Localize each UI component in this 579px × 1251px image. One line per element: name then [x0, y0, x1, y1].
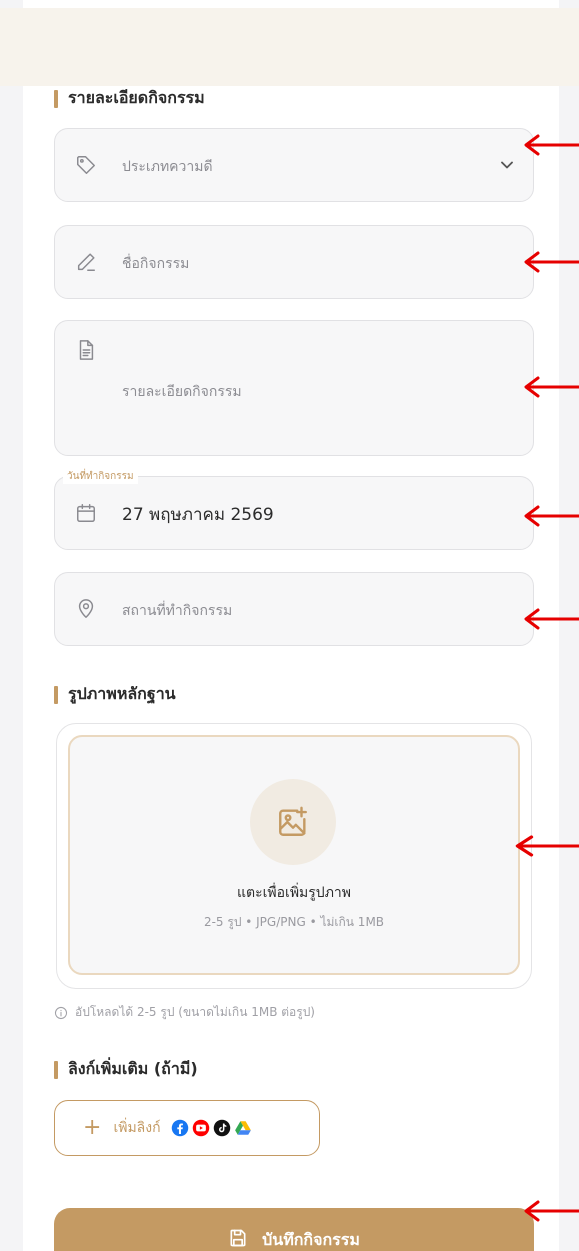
add-link-label: เพิ่มลิงก์: [113, 1120, 161, 1136]
activity-date-legend: วันที่ทำกิจกรรม: [63, 469, 138, 484]
activity-date-value: 27 พฤษภาคม 2569: [122, 505, 274, 525]
calendar-icon: [75, 502, 97, 524]
save-icon: [228, 1228, 248, 1248]
save-button-label: บันทึกกิจกรรม: [262, 1230, 360, 1249]
activity-detail-placeholder: รายละเอียดกิจกรรม: [122, 384, 242, 400]
annotation-arrow: [523, 504, 579, 528]
annotation-arrow: [523, 1199, 579, 1223]
location-field[interactable]: สถานที่ทำกิจกรรม: [54, 572, 534, 646]
location-pin-icon: [75, 598, 97, 620]
upload-note: อัปโหลดได้ 2-5 รูป (ขนาดไม่เกิน 1MB ต่อร…: [54, 1003, 315, 1022]
document-icon: [75, 339, 97, 361]
activity-date-field[interactable]: 27 พฤษภาคม 2569: [54, 476, 534, 550]
youtube-icon: [192, 1119, 210, 1137]
add-link-button[interactable]: + เพิ่มลิงก์: [54, 1100, 320, 1156]
section-title-extra-links: ลิงก์เพิ่มเติม (ถ้ามี): [54, 1057, 198, 1082]
upload-note-text: อัปโหลดได้ 2-5 รูป (ขนาดไม่เกิน 1MB ต่อร…: [75, 1005, 315, 1019]
pen-icon: [75, 251, 97, 273]
upload-subtitle: 2-5 รูป • JPG/PNG • ไม่เกิน 1MB: [203, 915, 385, 929]
section-title-text: รูปภาพหลักฐาน: [68, 684, 176, 703]
google-drive-icon: [234, 1119, 252, 1137]
annotation-arrow: [523, 133, 579, 157]
annotation-arrow: [514, 834, 579, 858]
section-title-text: รายละเอียดกิจกรรม: [68, 88, 205, 107]
annotation-arrow: [523, 375, 579, 399]
save-activity-button[interactable]: บันทึกกิจกรรม: [54, 1208, 534, 1251]
activity-detail-textarea[interactable]: รายละเอียดกิจกรรม: [54, 320, 534, 456]
category-select[interactable]: ประเภทความดี: [54, 128, 534, 202]
image-add-icon[interactable]: [250, 779, 336, 865]
plus-icon: +: [83, 1115, 102, 1140]
info-icon: [54, 1006, 68, 1020]
upload-title: แตะเพื่อเพิ่มรูปภาพ: [236, 885, 352, 901]
chevron-down-icon[interactable]: [497, 155, 517, 175]
section-title-activity-details: รายละเอียดกิจกรรม: [54, 86, 205, 111]
section-accent-bar: [54, 685, 58, 704]
section-title-evidence-photos: รูปภาพหลักฐาน: [54, 682, 176, 707]
section-title-text: ลิงก์เพิ่มเติม (ถ้ามี): [68, 1059, 198, 1078]
section-accent-bar: [54, 1060, 58, 1079]
tag-icon: [75, 154, 97, 176]
annotation-arrow: [523, 607, 579, 631]
facebook-icon: [171, 1119, 189, 1137]
location-placeholder: สถานที่ทำกิจกรรม: [122, 603, 233, 619]
activity-name-field[interactable]: ชื่อกิจกรรม: [54, 225, 534, 299]
tiktok-icon: [213, 1119, 231, 1137]
top-bar-overlay: [0, 8, 579, 86]
activity-name-placeholder: ชื่อกิจกรรม: [122, 256, 190, 272]
category-placeholder: ประเภทความดี: [122, 159, 213, 175]
annotation-arrow: [523, 250, 579, 274]
section-accent-bar: [54, 89, 58, 108]
social-icons: [171, 1119, 252, 1137]
